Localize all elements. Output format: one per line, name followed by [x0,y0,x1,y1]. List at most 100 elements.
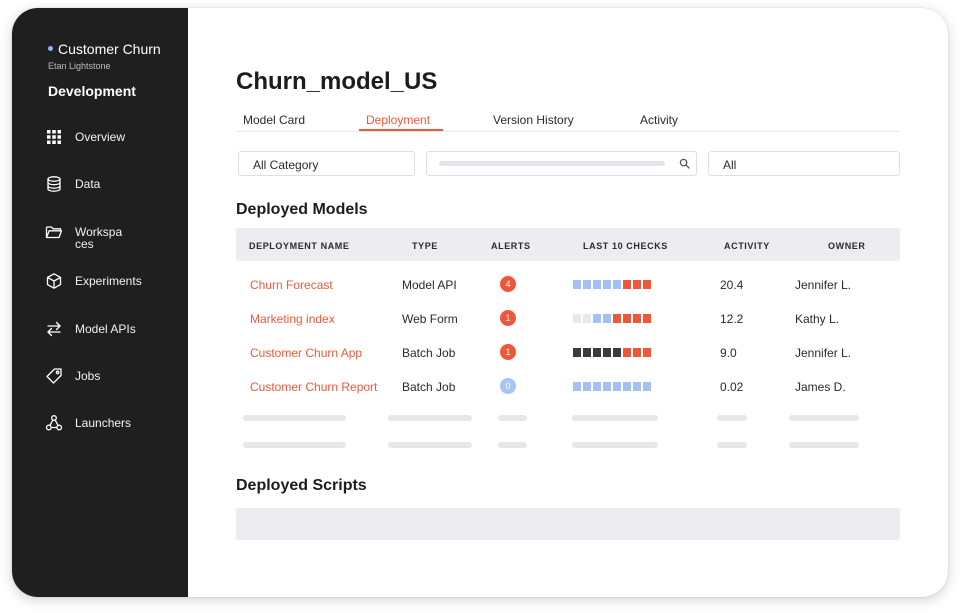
check-status-block [613,280,621,289]
owner-name: Kathy L. [795,312,840,326]
check-status-block [593,314,601,323]
check-status-block [603,348,611,357]
check-status-block [643,348,651,357]
owner-name: James D. [795,380,846,394]
deployed-scripts-panel [236,508,900,540]
check-status-block [613,314,621,323]
alert-count-badge[interactable]: 4 [500,276,516,292]
table-header: DEPLOYMENT NAME TYPE ALERTS LAST 10 CHEC… [236,228,900,261]
activity-value: 9.0 [720,346,737,360]
sidebar-item-label: Jobs [75,369,101,383]
tag-icon [45,367,63,385]
check-status-block [593,348,601,357]
skeleton-line [388,442,472,448]
deployed-models-heading: Deployed Models [236,201,368,218]
skeleton-line [717,415,747,421]
sidebar-item-launchers[interactable]: Launchers [45,414,185,432]
sidebar-item-label: Model APIs [75,322,136,336]
check-status-block [573,280,581,289]
check-status-block [633,348,641,357]
last-checks-indicator [573,314,653,323]
nodes-icon [45,414,63,432]
sidebar-item-overview[interactable]: Overview [45,128,185,146]
column-header-last-checks[interactable]: LAST 10 CHECKS [583,241,668,251]
cube-icon [45,272,63,290]
search-input[interactable] [426,151,697,176]
column-header-type[interactable]: TYPE [412,241,438,251]
page-title: Churn_model_US [236,68,438,95]
sidebar-item-label: Overview [75,130,126,144]
check-status-block [583,280,591,289]
check-status-block [603,314,611,323]
check-status-block [583,382,591,391]
alert-count-badge[interactable]: 1 [500,310,516,326]
check-status-block [573,314,581,323]
owner-name: Jennifer L. [795,346,852,360]
all-filter[interactable]: All [708,151,900,176]
project-name[interactable]: Customer Churn [48,41,161,57]
category-filter[interactable]: All Category [238,151,415,176]
last-checks-indicator [573,280,653,289]
main-content: Churn_model_US Model Card Deployment Ver… [188,8,948,597]
check-status-block [623,382,631,391]
alert-count-badge[interactable]: 0 [500,378,516,394]
last-checks-indicator [573,348,653,357]
alert-count-badge[interactable]: 1 [500,344,516,360]
check-status-block [613,382,621,391]
last-checks-indicator [573,382,653,391]
check-status-block [623,314,631,323]
section-title: Development [48,83,136,99]
check-status-block [593,382,601,391]
tab-activity[interactable]: Activity [640,113,678,127]
skeleton-line [498,442,527,448]
check-status-block [583,348,591,357]
check-status-block [623,348,631,357]
tab-deployment[interactable]: Deployment [366,113,430,127]
skeleton-line [717,442,747,448]
deployment-name-link[interactable]: Marketing index [250,312,335,326]
deployment-name-link[interactable]: Customer Churn Report [250,380,377,394]
project-dot-icon [48,45,53,51]
skeleton-line [243,415,346,421]
deployment-type: Model API [402,278,457,292]
activity-value: 20.4 [720,278,744,292]
column-header-owner[interactable]: OWNER [828,241,866,251]
activity-value: 0.02 [720,380,744,394]
user-name: Etan Lightstone [48,61,111,71]
skeleton-line [789,442,859,448]
check-status-block [643,280,651,289]
column-header-activity[interactable]: ACTIVITY [724,241,770,251]
sidebar-item-data[interactable]: Data [45,175,185,193]
tab-version-history[interactable]: Version History [493,113,574,127]
sidebar: Customer Churn Etan Lightstone Developme… [12,8,188,597]
check-status-block [603,382,611,391]
sidebar-item-experiments[interactable]: Experiments [45,272,185,290]
activity-value: 12.2 [720,312,744,326]
sidebar-item-label: Launchers [75,416,132,430]
sidebar-item-model-apis[interactable]: Model APIs [45,320,185,338]
check-status-block [573,382,581,391]
sidebar-item-workspaces[interactable]: Workspaces [45,223,185,250]
skeleton-line [243,442,346,448]
search-icon[interactable] [679,158,690,169]
sidebar-item-jobs[interactable]: Jobs [45,367,185,385]
check-status-block [633,382,641,391]
grid-icon [45,128,63,146]
deployment-name-link[interactable]: Customer Churn App [250,346,362,360]
check-status-block [573,348,581,357]
check-status-block [633,280,641,289]
tab-model-card[interactable]: Model Card [243,113,305,127]
column-header-deployment-name[interactable]: DEPLOYMENT NAME [249,241,350,251]
deployment-type: Batch Job [402,346,456,360]
check-status-block [583,314,591,323]
deployment-name-link[interactable]: Churn Forecast [250,278,333,292]
project-label: Customer Churn [58,41,161,57]
column-header-alerts[interactable]: ALERTS [491,241,531,251]
active-tab-indicator [359,129,443,131]
tab-bar: Model Card Deployment Version History Ac… [236,108,900,132]
deployment-type: Web Form [402,312,458,326]
search-placeholder-bar [439,161,665,166]
database-icon [45,175,63,193]
arrows-swap-icon [45,320,63,338]
app-window: Customer Churn Etan Lightstone Developme… [12,8,948,597]
